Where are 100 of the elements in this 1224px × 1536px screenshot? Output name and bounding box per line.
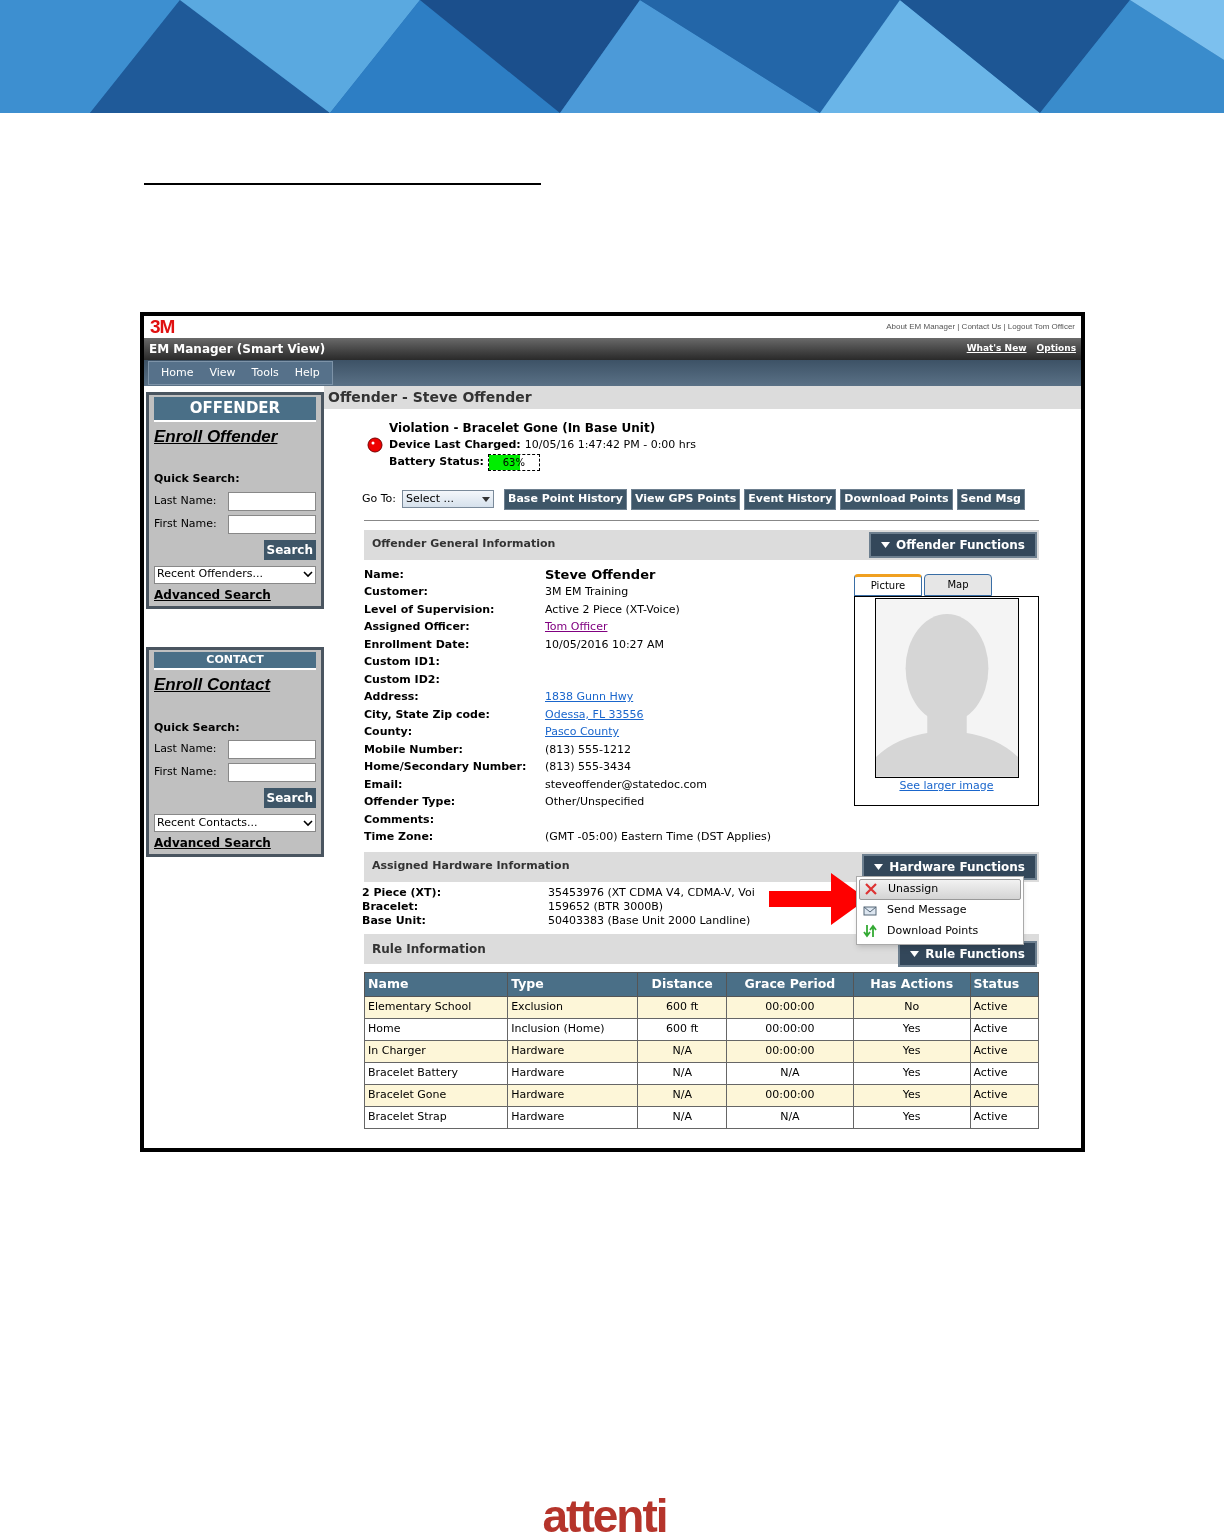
field-value: Steve Offender [545,565,656,583]
table-cell: In Charger [364,1040,508,1062]
field-value: Other/Unspecified [545,794,645,810]
header-link[interactable]: Options [1036,342,1076,356]
field-value: 10/05/2016 10:27 AM [545,636,665,653]
photo-tab[interactable]: Picture [854,573,922,596]
menu-item[interactable]: Tools [245,362,285,384]
chevron-icon [303,819,313,827]
charged-label: Device Last Charged: [389,437,521,453]
menu-item[interactable]: View [203,362,242,384]
input-field[interactable] [228,491,316,511]
table-cell: Yes [853,1018,971,1040]
app-title: EM Manager (Smart View) [149,341,326,358]
quick-search-label: Quick Search: [154,471,241,487]
footer-logo: attenti [542,1489,667,1536]
field-value[interactable]: Pasco County [545,723,620,741]
column-header: Name [364,972,508,996]
header-links[interactable]: About EM Manager | Contact Us | Logout Tom Officer [886,321,1075,333]
table-cell: Bracelet Strap [364,1106,508,1128]
field-label: Base Unit: [362,913,427,928]
table-cell: 600 ft [637,1018,727,1040]
table-cell: Yes [853,1062,971,1084]
table-cell: No [853,996,971,1018]
advanced-search-link[interactable]: Advanced Search [154,834,316,852]
caret-icon [910,950,920,957]
photo-tab[interactable]: Map [924,573,992,596]
action-button[interactable]: Base Point History [504,488,627,510]
table-cell: Active [970,1018,1039,1040]
hardware-functions-button[interactable]: Hardware Functions [862,853,1037,880]
goto-label: Go To: [362,490,397,507]
table-cell: Hardware [507,1040,638,1062]
menu-option[interactable]: Unassign [859,878,1021,900]
table-cell: 00:00:00 [726,1040,854,1062]
panel-title: OFFENDER [154,397,316,422]
section-title: Offender General Information [372,536,556,553]
field-label: Last Name: [154,492,217,509]
field-label: First Name: [154,764,217,781]
goto-select[interactable]: Select ... [402,490,495,508]
field-label: Home/Secondary Number: [364,759,528,775]
action-button[interactable]: Send Msg [956,488,1025,510]
table-cell: 600 ft [637,996,727,1018]
column-header: Grace Period [726,972,854,996]
field-label: 2 Piece (XT): [362,885,443,900]
field-value: steveoffender@statedoc.com [545,776,708,793]
section-title: Assigned Hardware Information [372,858,570,875]
table-cell: N/A [637,1062,727,1084]
table-cell: Exclusion [507,996,638,1018]
cross-icon [864,882,878,896]
menu-option[interactable]: Download Points [859,920,1021,942]
offender-functions-button[interactable]: Offender Functions [869,531,1037,558]
enroll-link[interactable]: Enroll Offender [154,423,316,449]
table-cell: Elementary School [364,996,508,1018]
field-label: Mobile Number: [364,741,464,758]
header-link[interactable]: What's New [966,342,1027,356]
field-value: (813) 555-1212 [545,741,632,758]
column-header: Has Actions [853,972,971,996]
field-value: Active 2 Piece (XT-Voice) [545,601,680,618]
table-cell: Active [970,996,1039,1018]
action-button[interactable]: Event History [744,488,837,510]
table-cell: Active [970,1084,1039,1106]
table-cell: Active [970,1106,1039,1128]
field-label: Custom ID1: [364,654,441,670]
table-cell: Hardware [507,1062,638,1084]
field-label: Last Name: [154,741,217,758]
table-cell: Bracelet Gone [364,1084,508,1106]
input-field[interactable] [228,514,316,534]
table-cell: N/A [637,1106,727,1128]
advanced-search-link[interactable]: Advanced Search [154,585,316,604]
field-value[interactable]: Odessa, FL 33556 [545,705,644,723]
field-label: Email: [364,776,404,793]
recent-dropdown[interactable]: Recent Contacts... [154,814,316,832]
menu-item[interactable]: Home [155,362,200,384]
chevron-icon [303,571,313,578]
action-button[interactable]: View GPS Points [630,488,741,510]
menu-item[interactable]: Help [288,362,326,384]
table-cell: Inclusion (Home) [507,1018,638,1040]
table-cell: Yes [853,1084,971,1106]
field-value[interactable]: 1838 Gunn Hwy [545,688,634,706]
field-label: Custom ID2: [364,671,441,688]
search-button[interactable]: Search [263,539,316,560]
quick-search-label: Quick Search: [154,719,241,736]
field-value[interactable]: Tom Officer [545,618,608,636]
column-header: Status [970,972,1039,996]
table-cell: Bracelet Battery [364,1062,508,1084]
search-button[interactable]: Search [263,788,316,808]
action-button[interactable]: Download Points [840,488,953,510]
field-label: First Name: [154,515,217,532]
menu-option[interactable]: Send Message [859,899,1021,921]
field-label: Bracelet: [362,899,420,914]
table-cell: N/A [726,1106,854,1128]
recent-dropdown[interactable]: Recent Offenders... [154,565,316,584]
field-value: 3M EM Training [545,584,629,600]
see-larger-link[interactable]: See larger image [899,777,994,794]
table-cell: Yes [853,1040,971,1062]
table-cell: N/A [726,1062,854,1084]
table-cell: Hardware [507,1084,638,1106]
table-cell: N/A [637,1084,727,1106]
enroll-link[interactable]: Enroll Contact [154,672,316,698]
input-field[interactable] [228,763,316,782]
input-field[interactable] [228,740,316,759]
